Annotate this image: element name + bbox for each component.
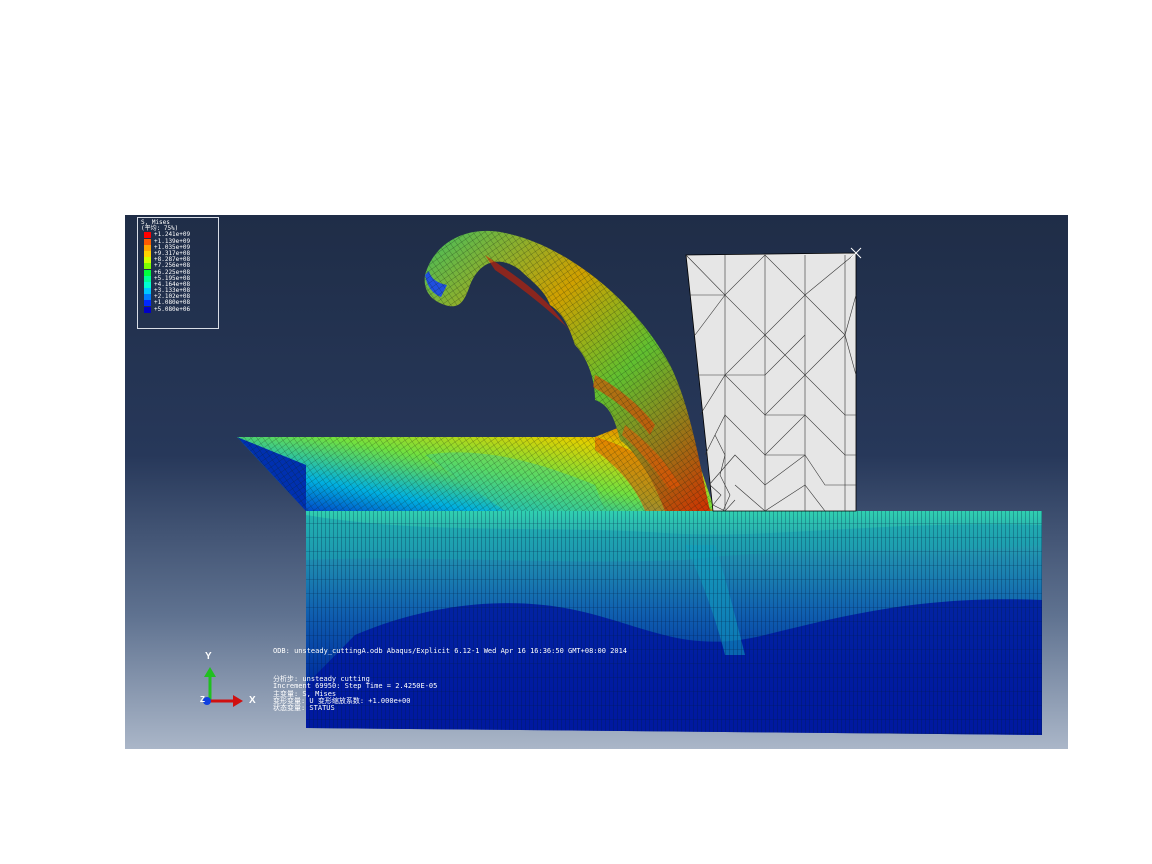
legend-swatch xyxy=(144,275,151,282)
legend-swatch xyxy=(144,257,151,264)
legend-swatch xyxy=(144,306,151,313)
status-var-line: 状态变量: STATUS xyxy=(273,704,335,713)
legend-entry: +5.080e+06 xyxy=(138,305,218,313)
legend-swatch xyxy=(144,294,151,301)
contour-legend[interactable]: S, Mises (平均: 75%) +1.241e+09 +1.139e+09 +… xyxy=(137,217,219,329)
legend-swatch xyxy=(144,244,151,251)
axis-triad xyxy=(203,667,243,707)
legend-swatch xyxy=(144,232,151,239)
legend-swatch xyxy=(144,288,151,295)
odb-line: ODB: unsteady_cuttingA.odb Abaqus/Explic… xyxy=(273,647,628,655)
legend-swatch xyxy=(144,300,151,307)
triad-x-label: X xyxy=(249,695,256,706)
legend-swatch xyxy=(144,281,151,288)
triad-z-label: Z xyxy=(200,695,205,704)
abaqus-viewport[interactable]: Y X Z S, Mises (平均: 75%) +1.241e+09 +1.13… xyxy=(125,215,1068,749)
legend-rows: +1.241e+09 +1.139e+09 +1.035e+09 +9.317e+08… xyxy=(138,232,218,313)
legend-label: +5.080e+06 xyxy=(154,305,191,313)
triad-y-label: Y xyxy=(205,651,212,662)
legend-swatch xyxy=(144,238,151,245)
cutting-tool xyxy=(685,247,862,512)
odb-info-block: ODB: unsteady_cuttingA.odb Abaqus/Explic… xyxy=(273,647,628,713)
legend-swatch xyxy=(144,263,151,270)
legend-swatch xyxy=(144,250,151,257)
legend-swatch xyxy=(144,269,151,276)
